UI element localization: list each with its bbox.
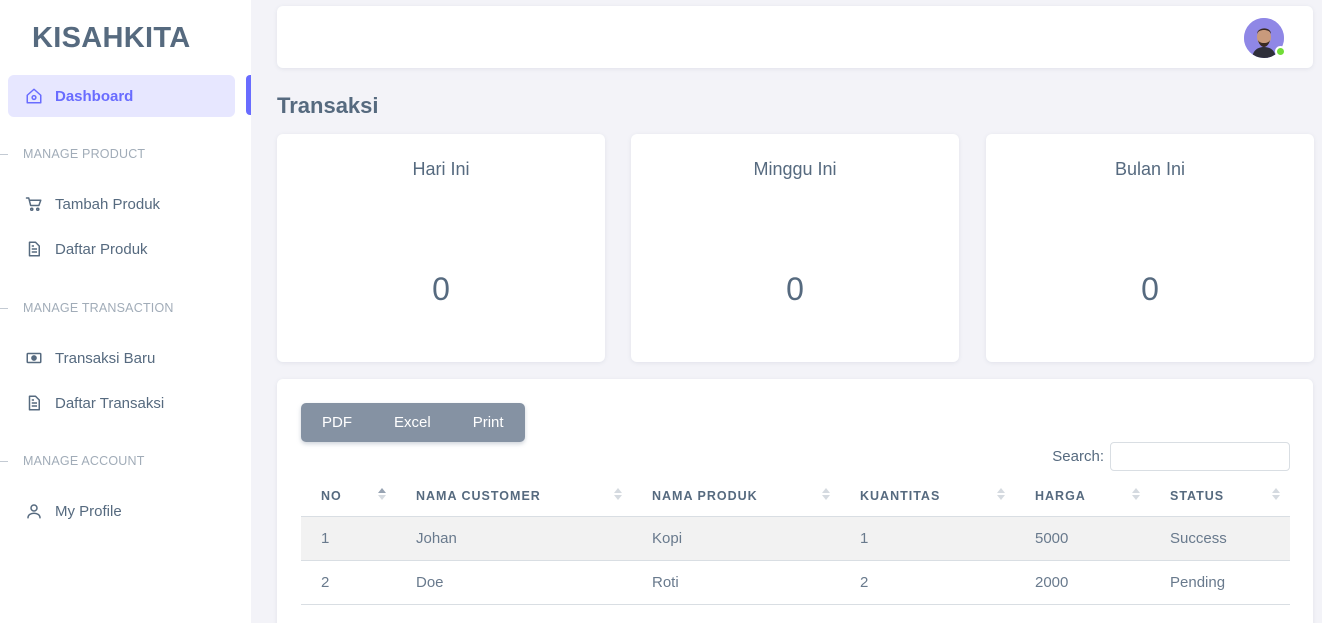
- sidebar-item-daftar-produk[interactable]: Daftar Produk: [8, 228, 235, 270]
- table-row: 1 Johan Kopi 1 5000 Success: [301, 516, 1290, 561]
- cell-produk: Roti: [632, 560, 840, 605]
- excel-button[interactable]: Excel: [373, 403, 452, 442]
- sort-icon: [822, 488, 830, 500]
- cell-produk: Kopi: [632, 516, 840, 561]
- cell-no: 1: [301, 516, 396, 561]
- table-header-row: NO NAMA CUSTOMER NAMA PRODUK KUANTITAS H…: [301, 476, 1290, 517]
- search-label: Search:: [1052, 448, 1104, 465]
- sidebar-item-label: Dashboard: [55, 87, 134, 105]
- cell-harga: 5000: [1015, 516, 1150, 561]
- file-icon: [24, 393, 44, 413]
- page-title: Transaksi: [277, 93, 379, 118]
- cell-customer: Johan: [396, 516, 632, 561]
- top-navbar: [277, 6, 1313, 68]
- section-header-manage-account: MANAGE ACCOUNT: [0, 454, 145, 468]
- cell-status: Success: [1150, 516, 1290, 561]
- sidebar-item-label: Tambah Produk: [55, 195, 161, 213]
- section-header-manage-transaction: MANAGE TRANSACTION: [0, 301, 174, 315]
- cart-icon: [24, 194, 44, 214]
- cell-customer: Doe: [396, 560, 632, 605]
- print-button[interactable]: Print: [452, 403, 525, 442]
- sort-icon: [1132, 488, 1140, 500]
- sidebar-item-my-profile[interactable]: My Profile: [8, 490, 235, 532]
- user-icon: [24, 501, 44, 521]
- brand-logo[interactable]: KISAHKITA: [32, 22, 190, 55]
- stat-card-today: Hari Ini 0: [277, 134, 605, 362]
- sort-icon: [997, 488, 1005, 500]
- column-header-no[interactable]: NO: [301, 476, 396, 517]
- sidebar-item-label: Daftar Produk: [55, 240, 148, 258]
- sidebar: KISAHKITA Dashboard MANAGE PRODUCT Tamba…: [0, 0, 251, 623]
- column-header-kuantitas[interactable]: KUANTITAS: [840, 476, 1015, 517]
- column-header-status[interactable]: STATUS: [1150, 476, 1290, 517]
- online-status-icon: [1275, 46, 1286, 57]
- search-input[interactable]: [1110, 442, 1290, 471]
- active-indicator: [246, 75, 251, 115]
- sidebar-item-label: Transaksi Baru: [55, 349, 156, 367]
- home-icon: [24, 86, 44, 106]
- file-icon: [24, 239, 44, 259]
- stat-value: 0: [786, 271, 804, 307]
- cell-harga: 2000: [1015, 560, 1150, 605]
- transactions-table-card: PDF Excel Print Search: NO NAMA CUSTOMER…: [277, 379, 1313, 623]
- sort-icon: [1272, 488, 1280, 500]
- section-header-manage-product: MANAGE PRODUCT: [0, 147, 145, 161]
- cell-kuantitas: 2: [840, 560, 1015, 605]
- stat-label: Bulan Ini: [1114, 159, 1186, 179]
- sidebar-item-transaksi-baru[interactable]: Transaksi Baru: [8, 337, 235, 379]
- table-row: 2 Doe Roti 2 2000 Pending: [301, 560, 1290, 605]
- sidebar-item-daftar-transaksi[interactable]: Daftar Transaksi: [8, 382, 235, 424]
- stat-value: 0: [432, 271, 450, 307]
- column-header-nama-customer[interactable]: NAMA CUSTOMER: [396, 476, 632, 517]
- stat-card-week: Minggu Ini 0: [631, 134, 959, 362]
- column-header-nama-produk[interactable]: NAMA PRODUK: [632, 476, 840, 517]
- export-button-group: PDF Excel Print: [301, 403, 525, 442]
- sidebar-item-label: Daftar Transaksi: [55, 394, 165, 412]
- pdf-button[interactable]: PDF: [301, 403, 373, 442]
- sidebar-item-tambah-produk[interactable]: Tambah Produk: [8, 183, 235, 225]
- cell-status: Pending: [1150, 560, 1290, 605]
- stat-card-month: Bulan Ini 0: [986, 134, 1314, 362]
- stat-label: Minggu Ini: [753, 159, 837, 179]
- cell-kuantitas: 1: [840, 516, 1015, 561]
- stat-value: 0: [1141, 271, 1159, 307]
- transactions-table: NO NAMA CUSTOMER NAMA PRODUK KUANTITAS H…: [301, 476, 1290, 605]
- stat-label: Hari Ini: [412, 159, 470, 179]
- money-icon: [24, 348, 44, 368]
- sort-icon: [378, 488, 386, 500]
- column-header-harga[interactable]: HARGA: [1015, 476, 1150, 517]
- sidebar-item-label: My Profile: [55, 502, 122, 520]
- search-box: Search:: [1052, 442, 1290, 471]
- cell-no: 2: [301, 560, 396, 605]
- sidebar-item-dashboard[interactable]: Dashboard: [8, 75, 235, 117]
- sort-icon: [614, 488, 622, 500]
